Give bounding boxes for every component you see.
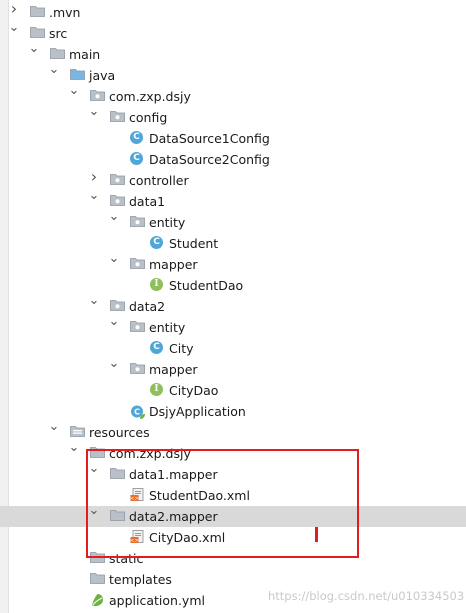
class-icon: C [130, 131, 145, 146]
tree-item-dsjyapplication[interactable]: C DsjyApplication [0, 401, 466, 422]
folder-icon [90, 572, 105, 587]
tree-item-label: com.zxp.dsjy [109, 89, 191, 104]
tree-item-label: entity [149, 320, 186, 335]
resources-folder-icon [70, 425, 85, 440]
tree-item-data1[interactable]: ⌄ data1 [0, 189, 466, 212]
tree-item-mapper[interactable]: ⌄ mapper [0, 357, 466, 380]
tree-item-label: application.yml [109, 593, 205, 608]
tree-item-datasource2config[interactable]: C DataSource2Config [0, 149, 466, 170]
chevron-down-icon[interactable]: ⌄ [108, 315, 120, 329]
tree-item-label: mapper [149, 362, 198, 377]
tree-item-label: City [169, 341, 194, 356]
tree-item-data2[interactable]: ⌄ data2 [0, 294, 466, 317]
tree-item-label: src [49, 26, 68, 41]
tree-item-templates[interactable]: templates [0, 569, 466, 590]
class-icon: C [150, 341, 165, 356]
watermark: https://blog.csdn.net/u010334503 [268, 589, 465, 603]
tree-item-label: DataSource1Config [149, 131, 270, 146]
tree-item-label: CityDao [169, 383, 219, 398]
tree-item-mapper[interactable]: ⌄ mapper [0, 252, 466, 275]
tree-item--mvn[interactable]: › .mvn [0, 1, 466, 23]
chevron-down-icon[interactable]: ⌄ [8, 21, 20, 35]
chevron-right-icon[interactable]: › [88, 169, 100, 185]
package-icon [130, 320, 145, 335]
tree-item-label: mapper [149, 257, 198, 272]
tree-item-label: StudentDao [169, 278, 244, 293]
annotation-highlight-box [86, 449, 359, 558]
tree-item-label: main [69, 47, 101, 62]
chevron-down-icon[interactable]: ⌄ [108, 210, 120, 224]
package-icon [110, 110, 125, 125]
tree-item-label: DataSource2Config [149, 152, 270, 167]
tree-item-label: java [89, 68, 116, 83]
tree-item-label: data1 [129, 194, 166, 209]
tree-item-label: .mvn [49, 5, 81, 20]
tree-item-src[interactable]: ⌄ src [0, 21, 466, 44]
tree-item-label: entity [149, 215, 186, 230]
tree-item-main[interactable]: ⌄ main [0, 42, 466, 65]
chevron-down-icon[interactable]: ⌄ [48, 420, 60, 434]
tree-item-citydao[interactable]: I CityDao [0, 380, 466, 401]
package-icon [130, 257, 145, 272]
yml-file-icon [90, 593, 105, 608]
tree-item-label: config [129, 110, 168, 125]
tree-item-datasource1config[interactable]: C DataSource1Config [0, 128, 466, 149]
tree-item-com-zxp-dsjy[interactable]: ⌄ com.zxp.dsjy [0, 84, 466, 107]
annotation-text-cursor-mark [315, 527, 318, 542]
tree-item-label: Student [169, 236, 219, 251]
tree-item-label: resources [89, 425, 150, 440]
tree-item-label: data2 [129, 299, 166, 314]
tree-item-entity[interactable]: ⌄ entity [0, 315, 466, 338]
chevron-down-icon[interactable]: ⌄ [108, 252, 120, 266]
folder-icon [50, 47, 65, 62]
chevron-down-icon[interactable]: ⌄ [28, 42, 40, 56]
chevron-down-icon[interactable]: ⌄ [88, 105, 100, 119]
tree-item-student[interactable]: C Student [0, 233, 466, 254]
folder-icon [30, 5, 45, 20]
folder-icon [30, 26, 45, 41]
package-icon [90, 89, 105, 104]
svg-text:C: C [134, 408, 140, 417]
chevron-down-icon[interactable]: ⌄ [48, 63, 60, 77]
package-icon [130, 215, 145, 230]
tree-item-city[interactable]: C City [0, 338, 466, 359]
spring-class-icon: C [130, 404, 145, 419]
tree-item-controller[interactable]: › controller [0, 169, 466, 191]
class-icon: C [150, 236, 165, 251]
tree-item-studentdao[interactable]: I StudentDao [0, 275, 466, 296]
tree-item-config[interactable]: ⌄ config [0, 105, 466, 128]
tree-item-label: DsjyApplication [149, 404, 246, 419]
tree-item-label: templates [109, 572, 172, 587]
package-icon [110, 299, 125, 314]
chevron-down-icon[interactable]: ⌄ [68, 441, 80, 455]
package-icon [110, 173, 125, 188]
interface-icon: I [150, 383, 165, 398]
chevron-down-icon[interactable]: ⌄ [88, 294, 100, 308]
chevron-down-icon[interactable]: ⌄ [108, 357, 120, 371]
package-icon [130, 362, 145, 377]
tree-item-entity[interactable]: ⌄ entity [0, 210, 466, 233]
chevron-down-icon[interactable]: ⌄ [68, 84, 80, 98]
package-icon [110, 194, 125, 209]
interface-icon: I [150, 278, 165, 293]
chevron-down-icon[interactable]: ⌄ [88, 189, 100, 203]
class-icon: C [130, 152, 145, 167]
tree-item-label: controller [129, 173, 189, 188]
source-folder-icon [70, 68, 85, 83]
chevron-right-icon[interactable]: › [8, 1, 20, 17]
